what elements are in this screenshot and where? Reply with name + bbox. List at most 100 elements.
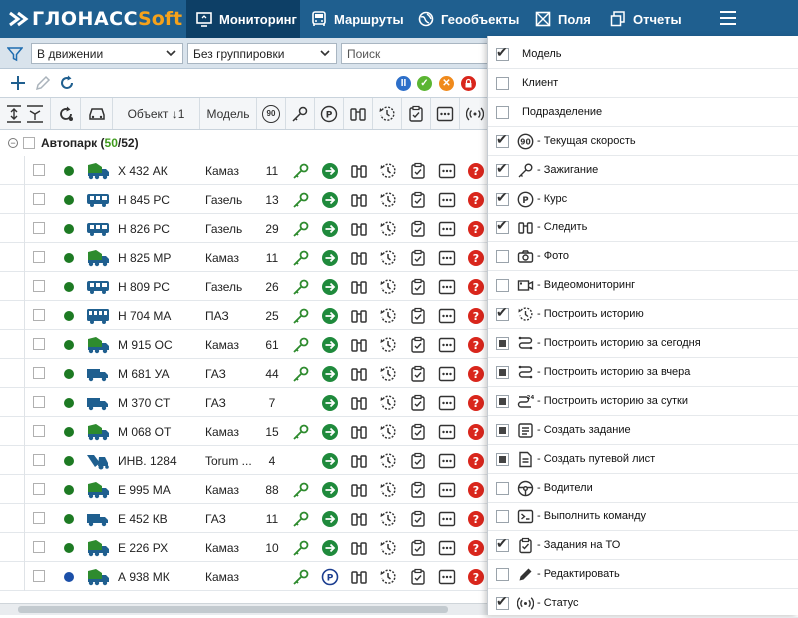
clipboard-check-icon[interactable]	[409, 336, 427, 357]
row-checkbox[interactable]	[33, 570, 45, 582]
binoculars-icon[interactable]	[350, 162, 368, 183]
filter-icon[interactable]	[7, 46, 23, 62]
binoculars-icon[interactable]	[350, 220, 368, 241]
object-name[interactable]: М 370 СТ	[118, 396, 170, 410]
column-speed[interactable]: 90	[257, 98, 286, 129]
option-checkbox[interactable]	[496, 481, 509, 495]
tab-reports[interactable]: Отчеты	[610, 0, 682, 38]
column-option[interactable]: - Выполнить команду	[488, 502, 798, 532]
clipboard-check-icon[interactable]	[409, 162, 427, 183]
clipboard-check-icon[interactable]	[409, 510, 427, 531]
column-option[interactable]: - Создать путевой лист	[488, 445, 798, 474]
binoculars-icon[interactable]	[350, 307, 368, 328]
binoculars-icon[interactable]	[350, 481, 368, 502]
row-checkbox[interactable]	[33, 309, 45, 321]
object-name[interactable]: Е 995 МА	[118, 483, 171, 497]
more-icon[interactable]	[438, 481, 456, 502]
column-option[interactable]: - Создать задание	[488, 416, 798, 445]
status-unknown-icon[interactable]: ?	[467, 307, 485, 328]
history-icon[interactable]	[379, 539, 397, 560]
status-unknown-icon[interactable]: ?	[467, 249, 485, 270]
more-icon[interactable]	[438, 394, 456, 415]
column-option[interactable]: - Редактировать	[488, 560, 798, 590]
table-row[interactable]: Н 845 РС Газель 13?	[0, 185, 500, 214]
history-icon[interactable]	[379, 394, 397, 415]
more-icon[interactable]	[438, 191, 456, 212]
row-checkbox[interactable]	[33, 396, 45, 408]
column-ignition[interactable]	[286, 98, 315, 129]
option-checkbox[interactable]	[496, 105, 509, 119]
column-maintenance[interactable]	[402, 98, 431, 129]
column-object[interactable]: Объект ↓1	[113, 98, 200, 129]
collapse-icon[interactable]: −	[8, 138, 18, 148]
binoculars-icon[interactable]	[350, 510, 368, 531]
more-icon[interactable]	[438, 307, 456, 328]
column-option[interactable]: ✔ - Статус	[488, 589, 798, 618]
column-option[interactable]: ✔ Модель	[488, 40, 798, 69]
object-name[interactable]: Н 809 РС	[118, 280, 170, 294]
clipboard-check-icon[interactable]	[409, 423, 427, 444]
binoculars-icon[interactable]	[350, 423, 368, 444]
column-course[interactable]: P	[315, 98, 344, 129]
column-option[interactable]: - Построить историю за вчера	[488, 358, 798, 387]
status-unknown-icon[interactable]: ?	[467, 336, 485, 357]
grouping-select[interactable]: Без группировки	[187, 43, 337, 64]
clipboard-check-icon[interactable]	[409, 481, 427, 502]
clipboard-check-icon[interactable]	[409, 307, 427, 328]
column-option[interactable]: Клиент	[488, 69, 798, 98]
table-row[interactable]: Н 704 МА ПАЗ 25?	[0, 301, 500, 330]
object-name[interactable]: М 681 УА	[118, 367, 170, 381]
status-unknown-icon[interactable]: ?	[467, 452, 485, 473]
column-vehicle-type[interactable]	[81, 98, 113, 129]
row-checkbox[interactable]	[33, 280, 45, 292]
column-option[interactable]: - Водители	[488, 474, 798, 503]
clipboard-check-icon[interactable]	[409, 452, 427, 473]
more-icon[interactable]	[438, 452, 456, 473]
group-row[interactable]: − Автопарк (50/52)	[0, 130, 500, 156]
status-select[interactable]: В движении	[31, 43, 183, 64]
row-checkbox[interactable]	[33, 454, 45, 466]
option-checkbox[interactable]	[496, 250, 509, 264]
more-icon[interactable]	[438, 539, 456, 560]
table-row[interactable]: Е 995 МА Камаз 88?	[0, 475, 500, 504]
pause-icon[interactable]: II	[396, 76, 411, 91]
more-icon[interactable]	[438, 336, 456, 357]
history-icon[interactable]	[379, 220, 397, 241]
status-unknown-icon[interactable]: ?	[467, 539, 485, 560]
status-unknown-icon[interactable]: ?	[467, 278, 485, 299]
history-icon[interactable]	[379, 162, 397, 183]
more-icon[interactable]	[438, 162, 456, 183]
history-icon[interactable]	[379, 423, 397, 444]
column-option[interactable]: ✔ P - Курс	[488, 185, 798, 214]
scrollbar-thumb[interactable]	[18, 606, 448, 613]
row-checkbox[interactable]	[33, 164, 45, 176]
table-row[interactable]: А 938 МК Камаз P?	[0, 562, 500, 591]
row-checkbox[interactable]	[33, 425, 45, 437]
app-logo[interactable]: ГЛОНАСС Soft	[8, 7, 182, 31]
tab-routes[interactable]: Маршруты	[311, 0, 404, 38]
column-expand-toggle[interactable]	[0, 98, 51, 129]
history-icon[interactable]	[379, 278, 397, 299]
object-name[interactable]: ИНВ. 1284	[118, 454, 177, 468]
option-checkbox[interactable]	[496, 568, 509, 582]
history-icon[interactable]	[379, 510, 397, 531]
column-option[interactable]: ✔ - Зажигание	[488, 156, 798, 185]
option-checkbox[interactable]	[496, 76, 509, 90]
column-option[interactable]: ✔ 90 - Текущая скорость	[488, 127, 798, 156]
history-icon[interactable]	[379, 249, 397, 270]
binoculars-icon[interactable]	[350, 394, 368, 415]
table-row[interactable]: Н 826 РС Газель 29?	[0, 214, 500, 243]
more-icon[interactable]	[438, 220, 456, 241]
status-unknown-icon[interactable]: ?	[467, 481, 485, 502]
status-unknown-icon[interactable]: ?	[467, 220, 485, 241]
column-option[interactable]: Подразделение	[488, 98, 798, 127]
cancel-icon[interactable]: ✕	[439, 76, 454, 91]
row-checkbox[interactable]	[33, 338, 45, 350]
binoculars-icon[interactable]	[350, 539, 368, 560]
tab-fields[interactable]: Поля	[535, 0, 591, 38]
column-option[interactable]: 24- Построить историю за сутки	[488, 387, 798, 416]
refresh-icon[interactable]	[58, 74, 76, 92]
clipboard-check-icon[interactable]	[409, 191, 427, 212]
object-name[interactable]: А 938 МК	[118, 570, 170, 584]
more-icon[interactable]	[438, 278, 456, 299]
